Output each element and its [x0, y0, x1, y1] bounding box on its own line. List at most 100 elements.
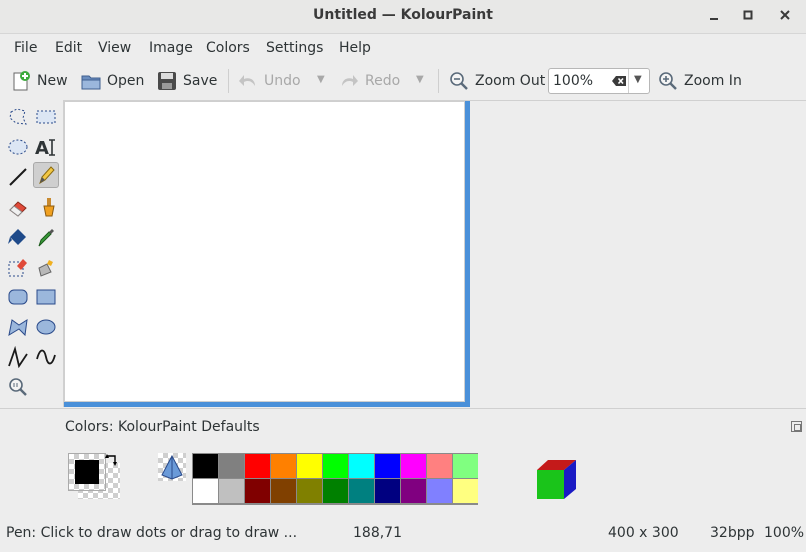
redo-icon	[342, 75, 358, 86]
redo-button[interactable]: Redo	[338, 68, 400, 94]
palette-swatch[interactable]	[323, 479, 348, 503]
redo-label: Redo	[365, 73, 401, 89]
palette-swatch[interactable]	[427, 479, 452, 503]
palette-swatch[interactable]	[219, 454, 244, 478]
transparent-pyramid-icon	[161, 454, 183, 480]
zoom-out-button[interactable]: Zoom Out	[448, 68, 545, 94]
palette-swatch[interactable]	[349, 479, 374, 503]
kolourpaint-window: Untitled — KolourPaint File Edit View Im…	[0, 0, 806, 552]
palette-swatch[interactable]	[245, 479, 270, 503]
canvas-resize-handle-right[interactable]	[465, 101, 470, 407]
tool-spraycan[interactable]	[33, 254, 59, 280]
chevron-down-icon[interactable]: ▼	[634, 74, 642, 85]
maximize-icon	[743, 10, 753, 20]
title-bar: Untitled — KolourPaint	[0, 0, 806, 34]
menu-settings[interactable]: Settings	[266, 40, 323, 56]
tool-zoom[interactable]	[5, 374, 31, 400]
zoom-level-value: 100%	[553, 73, 594, 89]
tool-rounded-rectangle[interactable]	[5, 284, 31, 310]
tool-color-eraser[interactable]	[5, 254, 31, 280]
undo-button[interactable]: Undo	[237, 68, 301, 94]
palette-swatch[interactable]	[401, 479, 426, 503]
palette-swatch[interactable]	[271, 454, 296, 478]
palette-swatch[interactable]	[349, 454, 374, 478]
palette-swatch[interactable]	[219, 479, 244, 503]
drawing-canvas[interactable]	[64, 101, 465, 402]
menu-file[interactable]: File	[14, 40, 37, 56]
cursor-position: 188,71	[353, 525, 402, 541]
tool-polygon[interactable]	[5, 314, 31, 340]
line-icon	[9, 168, 27, 186]
eraser-icon	[9, 201, 27, 217]
save-disk-icon	[158, 72, 176, 90]
minimize-button[interactable]	[703, 6, 725, 28]
palette-swatch[interactable]	[297, 479, 322, 503]
palette-swatch[interactable]	[245, 454, 270, 478]
status-bar: Pen: Click to draw dots or drag to draw …	[0, 518, 806, 552]
float-panel-icon[interactable]	[791, 421, 802, 432]
tool-color-picker[interactable]	[33, 224, 59, 250]
image-size: 400 x 300	[608, 525, 679, 541]
spraycan-icon	[38, 260, 53, 277]
tool-free-form-selection[interactable]	[5, 104, 31, 130]
palette-swatch[interactable]	[323, 454, 348, 478]
zoom-in-button[interactable]: Zoom In	[657, 68, 742, 94]
foreground-color-swatch[interactable]	[68, 453, 106, 491]
tool-ellipse[interactable]	[33, 314, 59, 340]
color-similarity-cube-icon[interactable]	[536, 459, 578, 501]
zoom-level-combobox[interactable]: 100% ▼	[548, 68, 650, 94]
canvas-resize-handle-bottom[interactable]	[64, 402, 470, 407]
tool-flood-fill[interactable]	[5, 224, 31, 250]
close-button[interactable]	[774, 6, 796, 28]
tool-text[interactable]: A	[33, 134, 59, 160]
tool-pen[interactable]	[33, 162, 59, 188]
palette-swatch[interactable]	[271, 479, 296, 503]
transparent-color-button[interactable]	[158, 453, 186, 481]
menu-view[interactable]: View	[98, 40, 131, 56]
close-icon	[780, 10, 790, 20]
tool-connected-lines[interactable]	[5, 344, 31, 370]
new-label: New	[37, 73, 68, 89]
tool-eraser[interactable]	[5, 194, 31, 220]
clear-text-icon[interactable]	[611, 73, 627, 89]
redo-dropdown-icon[interactable]: ▼	[416, 74, 424, 85]
new-button[interactable]: New	[10, 68, 68, 94]
open-button[interactable]: Open	[80, 68, 144, 94]
tool-box: A	[2, 100, 62, 400]
status-message: Pen: Click to draw dots or drag to draw …	[6, 525, 298, 541]
status-zoom: 100%	[764, 525, 805, 541]
tool-rectangular-selection[interactable]	[33, 104, 59, 130]
maximize-button[interactable]	[737, 6, 759, 28]
open-folder-icon	[81, 75, 101, 90]
open-label: Open	[107, 73, 145, 89]
tool-curve[interactable]	[33, 344, 59, 370]
palette-swatch[interactable]	[375, 454, 400, 478]
svg-text:A: A	[35, 138, 49, 158]
zoom-in-label: Zoom In	[684, 73, 742, 89]
foreground-background-selector[interactable]	[68, 453, 124, 503]
rounded-rectangle-icon	[8, 289, 28, 305]
undo-dropdown-icon[interactable]: ▼	[317, 74, 325, 85]
tool-line[interactable]	[5, 164, 31, 190]
palette-swatch[interactable]	[375, 479, 400, 503]
palette-swatch[interactable]	[453, 479, 478, 503]
tool-brush[interactable]	[33, 194, 59, 220]
palette-swatch[interactable]	[193, 479, 218, 503]
palette-swatch[interactable]	[453, 454, 478, 478]
foreground-color-fill	[75, 460, 99, 484]
tool-elliptical-selection[interactable]	[5, 134, 31, 160]
undo-label: Undo	[264, 73, 301, 89]
swap-colors-icon[interactable]	[104, 453, 120, 469]
save-button[interactable]: Save	[156, 68, 217, 94]
tool-rectangle[interactable]	[33, 284, 59, 310]
menu-help[interactable]: Help	[339, 40, 371, 56]
menu-image[interactable]: Image	[149, 40, 193, 56]
menu-edit[interactable]: Edit	[55, 40, 82, 56]
palette-swatch[interactable]	[427, 454, 452, 478]
new-document-icon	[13, 71, 30, 91]
menu-colors[interactable]: Colors	[206, 40, 250, 56]
palette-swatch[interactable]	[297, 454, 322, 478]
text-icon: A	[35, 138, 55, 158]
palette-swatch[interactable]	[401, 454, 426, 478]
palette-swatch[interactable]	[193, 454, 218, 478]
